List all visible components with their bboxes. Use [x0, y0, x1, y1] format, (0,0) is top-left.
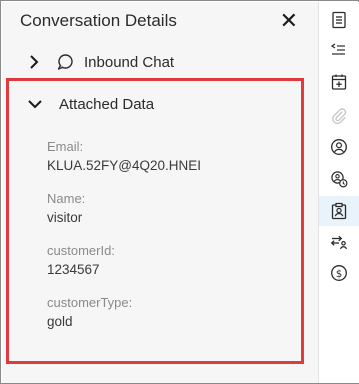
- attached-field-name: Name: visitor: [47, 191, 85, 225]
- attached-field-customer-id: customerId: 1234567: [47, 243, 115, 277]
- field-key: customerId:: [47, 243, 115, 258]
- list-indent-icon[interactable]: [319, 35, 359, 65]
- conversation-details-panel: Conversation Details ✕ Inbound Chat Atta…: [2, 2, 318, 383]
- chevron-right-icon: [30, 55, 39, 69]
- field-value: 1234567: [47, 262, 100, 277]
- panel-title: Conversation Details: [20, 11, 177, 30]
- attached-field-email: Email: KLUA.52FY@4Q20.HNEI: [47, 139, 201, 173]
- user-clock-icon[interactable]: [319, 164, 359, 194]
- calendar-add-icon[interactable]: [319, 67, 359, 97]
- chevron-down-icon: [28, 100, 42, 109]
- attached-data-label: Attached Data: [59, 95, 155, 113]
- user-transfer-icon[interactable]: [319, 227, 359, 257]
- close-icon[interactable]: ✕: [280, 10, 298, 32]
- field-value: gold: [47, 314, 73, 329]
- inbound-chat-section-header[interactable]: Inbound Chat: [2, 46, 318, 78]
- clipboard-user-icon[interactable]: [319, 196, 359, 226]
- side-toolbar: $: [318, 2, 359, 383]
- chat-bubble-icon: [57, 54, 73, 70]
- paperclip-icon: [319, 101, 359, 131]
- contact-card-icon[interactable]: [319, 5, 359, 35]
- panel-header: Conversation Details ✕: [2, 2, 318, 40]
- field-key: Name:: [47, 191, 86, 206]
- attached-data-section: Attached Data Email: KLUA.52FY@4Q20.HNEI…: [6, 78, 304, 364]
- svg-text:$: $: [336, 269, 342, 280]
- attached-data-section-header[interactable]: Attached Data: [9, 81, 301, 127]
- conversation-details-window: Conversation Details ✕ Inbound Chat Atta…: [0, 0, 359, 384]
- dollar-circle-icon[interactable]: $: [319, 258, 359, 288]
- attached-field-customer-type: customerType: gold: [47, 295, 132, 329]
- field-key: Email:: [47, 139, 84, 154]
- inbound-chat-label: Inbound Chat: [84, 53, 175, 71]
- field-value: visitor: [47, 210, 83, 225]
- field-value: KLUA.52FY@4Q20.HNEI: [47, 158, 202, 173]
- user-circle-icon[interactable]: [319, 132, 359, 162]
- field-key: customerType:: [47, 295, 133, 310]
